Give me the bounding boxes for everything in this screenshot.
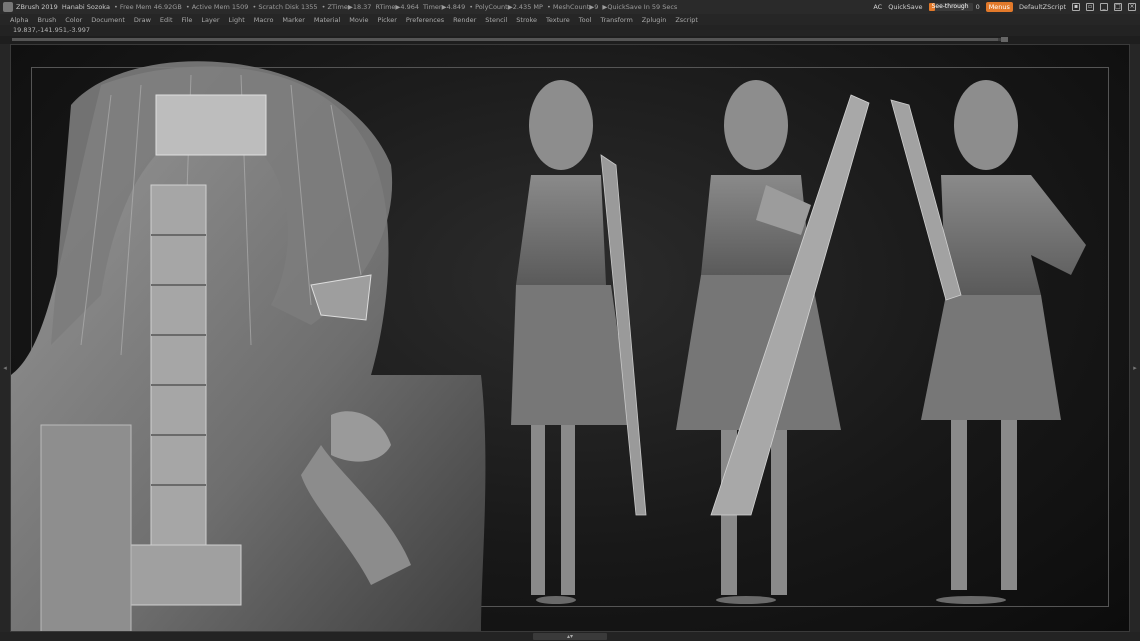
stat-polycount: • PolyCount▶2.435 MP	[469, 3, 543, 11]
menu-zplugin[interactable]: Zplugin	[642, 16, 667, 24]
see-through-label: See-through	[931, 3, 969, 10]
menu-color[interactable]: Color	[65, 16, 82, 24]
stat-rtime: RTime▶4.964	[375, 3, 420, 11]
menu-edit[interactable]: Edit	[160, 16, 173, 24]
coordinate-bar: 19.837,-141.951,-3.997	[0, 25, 1140, 36]
menu-picker[interactable]: Picker	[378, 16, 397, 24]
collapse-arrow-icon[interactable]: ◂	[2, 364, 8, 372]
quicksave-button[interactable]: QuickSave	[888, 3, 922, 11]
menu-stencil[interactable]: Stencil	[485, 16, 507, 24]
title-bar-controls: AC QuickSave See-through 0 Menus Default…	[867, 0, 1136, 14]
cursor-coordinates: 19.837,-141.951,-3.997	[13, 26, 91, 34]
menu-stroke[interactable]: Stroke	[516, 16, 537, 24]
right-tray[interactable]: ▸	[1130, 44, 1140, 632]
closeup-bust	[11, 61, 486, 631]
file-title: Hanabi Sozoka	[61, 3, 110, 11]
menu-movie[interactable]: Movie	[349, 16, 368, 24]
menu-material[interactable]: Material	[314, 16, 340, 24]
menu-bar: Alpha Brush Color Document Draw Edit Fil…	[0, 14, 1140, 25]
stat-ztime: • ZTime▶18.37	[321, 3, 372, 11]
menu-file[interactable]: File	[182, 16, 193, 24]
menu-document[interactable]: Document	[91, 16, 125, 24]
menu-render[interactable]: Render	[453, 16, 476, 24]
default-zscript-button[interactable]: DefaultZScript	[1019, 3, 1066, 11]
menu-light[interactable]: Light	[229, 16, 245, 24]
zbrush-logo-icon	[3, 2, 13, 12]
menu-tool[interactable]: Tool	[579, 16, 592, 24]
ac-button[interactable]: AC	[873, 3, 882, 11]
menu-texture[interactable]: Texture	[546, 16, 570, 24]
menu-draw[interactable]: Draw	[134, 16, 151, 24]
sculpt-render	[11, 61, 1086, 631]
maximize-icon[interactable]: □	[1114, 3, 1122, 11]
progress-knob[interactable]	[1001, 37, 1008, 42]
menus-toggle-button[interactable]: Menus	[985, 2, 1013, 12]
minimize-icon[interactable]: _	[1100, 3, 1108, 11]
see-through-track[interactable]: See-through	[928, 3, 973, 11]
see-through-slider[interactable]: See-through 0	[928, 3, 980, 11]
progress-bar	[12, 38, 1008, 41]
figure-front-view	[890, 80, 1086, 604]
bottom-tray: ▴▾	[0, 632, 1140, 641]
figure-back-view	[676, 80, 870, 604]
stat-scratch-disk: • Scratch Disk 1355	[252, 3, 318, 11]
close-icon[interactable]: ×	[1128, 3, 1136, 11]
figure-side-view	[511, 80, 647, 604]
stat-quicksave-timer: ▶QuickSave In 59 Secs	[602, 3, 678, 11]
collapse-arrow-icon[interactable]: ▴▾	[533, 633, 607, 640]
layout-icon[interactable]: ▫	[1086, 3, 1094, 11]
canvas-viewport[interactable]	[10, 44, 1130, 632]
menu-alpha[interactable]: Alpha	[10, 16, 28, 24]
stat-active-mem: • Active Mem 1509	[185, 3, 249, 11]
menu-zscript[interactable]: Zscript	[675, 16, 698, 24]
window-icon[interactable]: ▪	[1072, 3, 1080, 11]
title-bar: ZBrush 2019 Hanabi Sozoka • Free Mem 46.…	[0, 0, 1140, 14]
left-tray[interactable]: ◂	[0, 44, 10, 632]
menu-layer[interactable]: Layer	[201, 16, 219, 24]
menu-macro[interactable]: Macro	[254, 16, 274, 24]
stat-free-mem: • Free Mem 46.92GB	[113, 3, 182, 11]
app-title: ZBrush 2019	[16, 3, 58, 11]
menu-brush[interactable]: Brush	[37, 16, 56, 24]
stat-timer: Timer▶4.849	[423, 3, 466, 11]
menu-marker[interactable]: Marker	[282, 16, 304, 24]
menu-transform[interactable]: Transform	[600, 16, 632, 24]
stat-meshcount: • MeshCount▶9	[546, 3, 599, 11]
progress-fill	[12, 38, 999, 41]
expand-arrow-icon[interactable]: ▸	[1132, 364, 1138, 372]
see-through-value: 0	[975, 3, 980, 11]
menu-preferences[interactable]: Preferences	[406, 16, 444, 24]
